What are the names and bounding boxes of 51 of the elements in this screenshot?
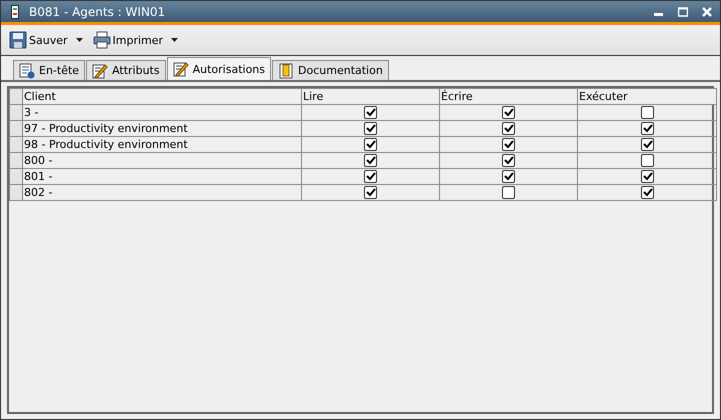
column-header[interactable]: Lire — [302, 88, 440, 104]
row-header[interactable] — [10, 184, 22, 200]
maximize-icon[interactable] — [678, 6, 688, 16]
checkbox[interactable] — [640, 106, 654, 120]
caret-icon — [171, 38, 178, 42]
checkbox[interactable] — [640, 170, 654, 184]
table-cell: 97 - Productivity environment — [22, 120, 302, 136]
toolbar-button[interactable]: Imprimer — [92, 31, 178, 49]
checkbox[interactable] — [640, 122, 654, 136]
row-header[interactable] — [10, 168, 22, 184]
column-header[interactable]: Client — [22, 88, 302, 104]
tab[interactable]: Attributs — [86, 60, 166, 80]
checkbox[interactable] — [502, 138, 515, 152]
document-info-icon — [19, 62, 35, 78]
checkbox[interactable] — [364, 154, 377, 168]
column-header[interactable]: Écrire — [440, 88, 578, 104]
book-icon — [278, 62, 294, 78]
caret-icon — [76, 38, 82, 42]
column-header[interactable]: Exécuter — [578, 88, 716, 104]
row-header[interactable] — [10, 136, 22, 152]
tab[interactable]: Documentation — [272, 60, 389, 80]
checkbox[interactable] — [502, 106, 515, 120]
checkbox[interactable] — [640, 138, 654, 152]
table-cell: 98 - Productivity environment — [22, 136, 302, 152]
table-cell: 800 - — [22, 152, 302, 168]
tab[interactable]: En-tête — [13, 60, 86, 80]
checkbox[interactable] — [364, 122, 377, 136]
checkbox[interactable] — [502, 122, 515, 136]
row-header[interactable] — [10, 120, 22, 136]
window-title: B081 - Agents : WIN01 — [29, 4, 166, 18]
row-header[interactable] — [10, 104, 22, 120]
tab[interactable]: Autorisations — [166, 57, 272, 80]
checkbox[interactable] — [502, 154, 515, 168]
checkbox[interactable] — [364, 138, 377, 152]
table-cell: 802 - — [22, 184, 302, 200]
document-pencil-icon — [172, 61, 189, 77]
table-cell: 3 - — [22, 104, 302, 120]
row-header[interactable] — [10, 152, 22, 168]
close-icon[interactable] — [702, 6, 712, 16]
document-pencil-icon — [92, 62, 108, 78]
printer-icon — [92, 31, 110, 49]
checkbox[interactable] — [640, 186, 654, 200]
toolbar-button[interactable]: Sauver — [9, 31, 82, 49]
checkbox[interactable] — [640, 154, 654, 168]
app-icon — [11, 4, 19, 18]
checkbox[interactable] — [502, 170, 515, 184]
checkbox[interactable] — [364, 170, 377, 184]
table-cell: 801 - — [22, 168, 302, 184]
checkbox[interactable] — [364, 106, 377, 120]
checkbox[interactable] — [502, 186, 515, 200]
checkbox[interactable] — [364, 186, 377, 200]
